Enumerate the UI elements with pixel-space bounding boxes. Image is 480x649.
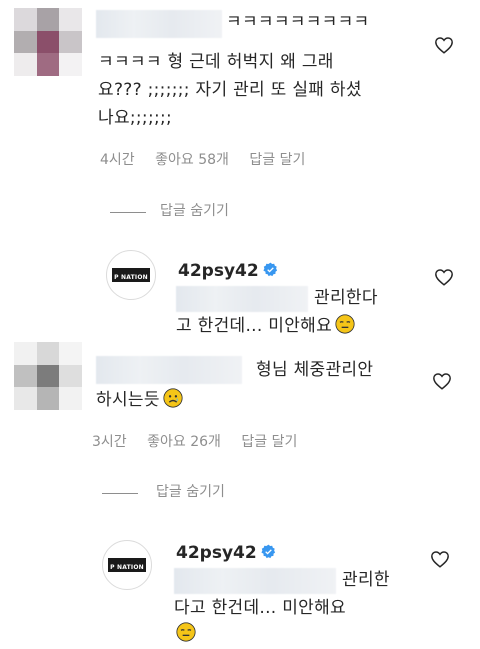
divider-line	[110, 212, 146, 213]
reply-avatar[interactable]: P NATION	[106, 250, 156, 300]
divider-line	[102, 493, 138, 494]
like-heart-icon[interactable]	[434, 36, 454, 54]
reply-text: 고 한건데... 미안해요	[176, 312, 355, 340]
comment-text: ㅋㅋㅋㅋㅋㅋㅋㅋㅋ	[226, 12, 370, 32]
reply-text: 다고 한건데... 미안해요	[174, 598, 346, 618]
reply-text: 관리한다	[314, 288, 378, 308]
comment-text: 형님 체중관리안	[256, 360, 374, 380]
comment-time: 3시간	[92, 434, 127, 450]
mention-redacted	[174, 568, 336, 594]
reply-button[interactable]: 답글 달기	[249, 152, 305, 168]
comment-text: 요??? ;;;;;;; 자기 관리 또 실패 하셨	[98, 80, 362, 100]
sad-face-emoji-icon	[163, 388, 183, 408]
hide-replies-button[interactable]: 답글 숨기기	[160, 201, 229, 221]
like-heart-icon[interactable]	[434, 268, 454, 286]
like-heart-icon[interactable]	[430, 550, 450, 568]
comment-time: 4시간	[100, 152, 135, 168]
pnation-logo-icon: P NATION	[108, 558, 146, 572]
pensive-face-emoji-icon	[176, 622, 196, 642]
hide-replies-button[interactable]: 답글 숨기기	[156, 482, 225, 502]
comment-likes[interactable]: 좋아요 58개	[155, 152, 229, 168]
comment-text: 나요;;;;;;;	[98, 108, 173, 128]
comment-meta: 3시간 좋아요 26개 답글 달기	[92, 432, 313, 452]
reply-username[interactable]: 42psy42	[178, 260, 278, 282]
username-redacted	[96, 10, 222, 38]
commenter-avatar[interactable]	[14, 8, 82, 76]
comment-text: 하시는듯	[96, 386, 183, 414]
like-heart-icon[interactable]	[432, 372, 452, 390]
reply-text: 관리한	[342, 570, 390, 590]
mention-redacted	[176, 286, 308, 312]
reply-button[interactable]: 답글 달기	[241, 434, 297, 450]
comment-meta: 4시간 좋아요 58개 답글 달기	[100, 150, 321, 170]
reply-username[interactable]: 42psy42	[176, 542, 276, 564]
verified-badge-icon	[263, 262, 277, 277]
reply-avatar[interactable]: P NATION	[102, 540, 152, 590]
pnation-logo-icon: P NATION	[112, 268, 150, 282]
pensive-face-emoji-icon	[335, 314, 355, 334]
comment-text: ㅋㅋㅋㅋ 형 근데 허벅지 왜 그래	[98, 52, 334, 72]
username-redacted	[96, 356, 242, 384]
commenter-avatar[interactable]	[14, 342, 82, 410]
verified-badge-icon	[261, 544, 275, 559]
comment-likes[interactable]: 좋아요 26개	[147, 434, 221, 450]
